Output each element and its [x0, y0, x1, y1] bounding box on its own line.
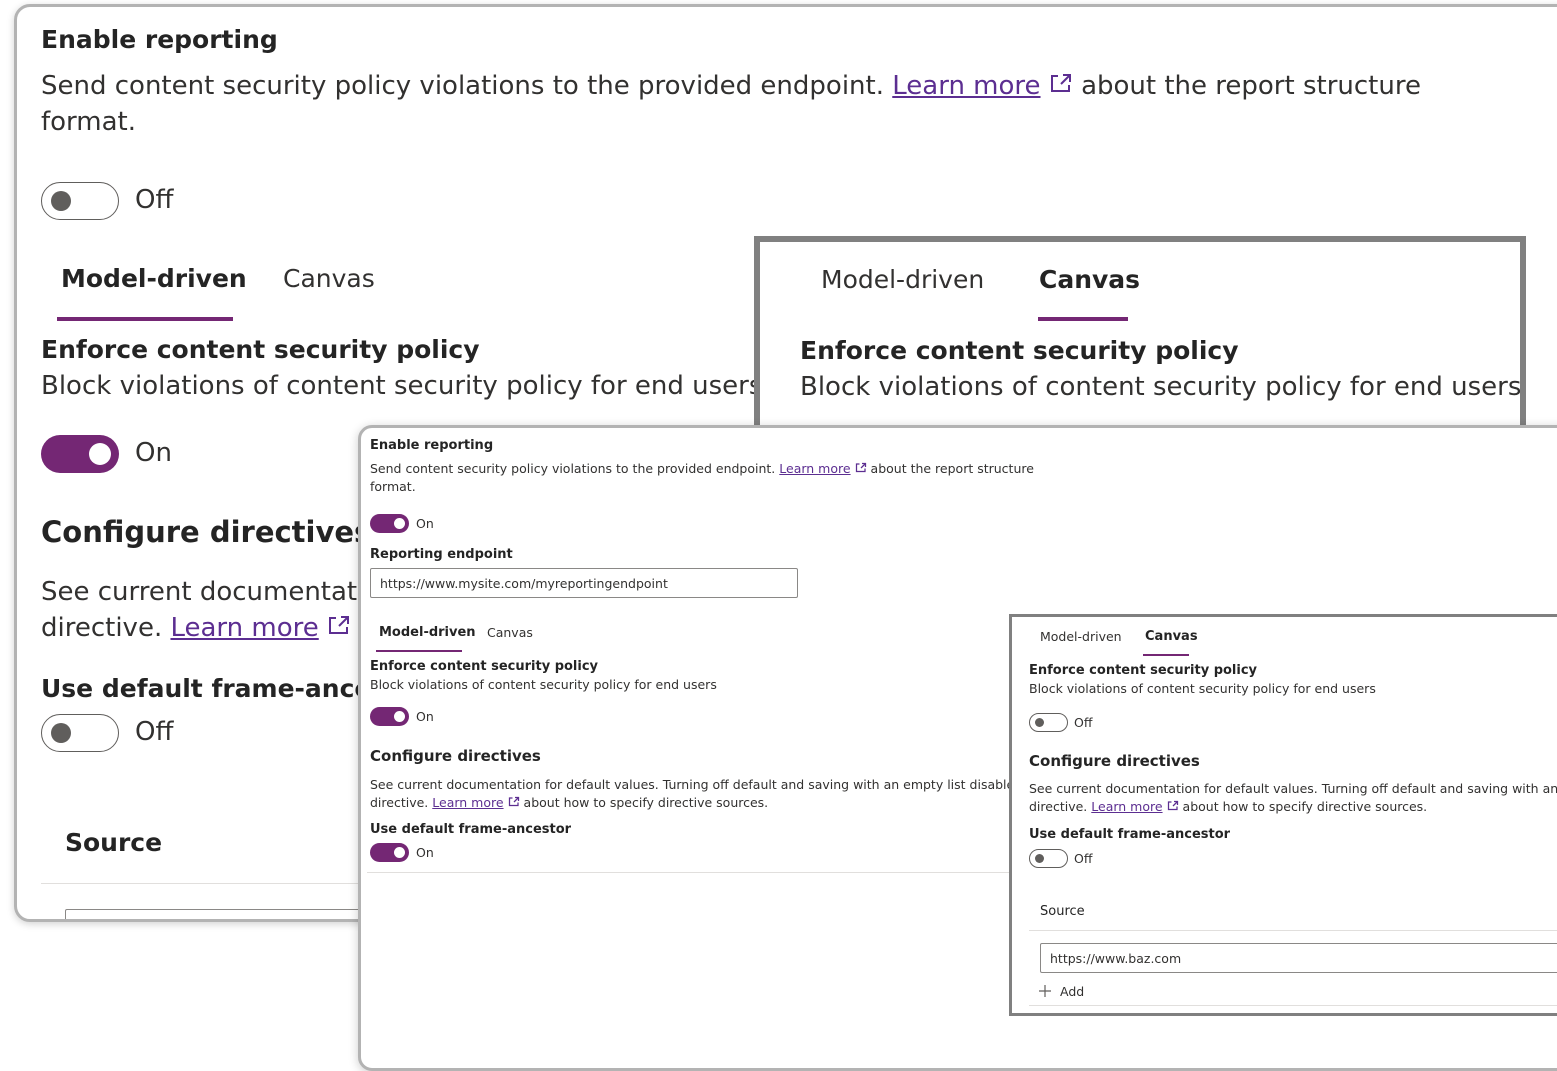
reporting-description: Send content security policy violations … [41, 71, 1421, 101]
configure-directives-title: Configure directives [41, 515, 372, 549]
enable-reporting-state: Off [135, 185, 174, 215]
enforce-csp-description: Block violations of content security pol… [41, 371, 763, 401]
configure-learn-more-link[interactable]: Learn more [432, 795, 503, 810]
frame-ancestor-title: Use default frame-ancestor [370, 822, 572, 837]
enable-reporting-title: Enable reporting [370, 438, 494, 453]
reporting-desc-text: Send content security policy violations … [370, 461, 776, 476]
reporting-endpoint-value: https://www.mysite.com/myreportingendpoi… [380, 575, 668, 591]
tab-model-driven[interactable]: Model-driven [1040, 629, 1122, 644]
configure-description-line2: directive. Learn more a [41, 613, 375, 643]
configure-description-line2: directive. Learn more about how to speci… [1029, 799, 1427, 814]
enforce-csp-state: Off [1074, 715, 1093, 730]
external-link-icon [855, 462, 866, 473]
enforce-csp-toggle[interactable] [1029, 713, 1068, 732]
tab-active-underline [57, 317, 233, 321]
frame-ancestor-state: Off [135, 717, 174, 747]
enforce-csp-description: Block violations of content security pol… [370, 677, 717, 692]
external-link-icon [329, 616, 350, 634]
reporting-learn-more-link[interactable]: Learn more [892, 71, 1040, 101]
configure-description-line2: directive. Learn more about how to speci… [370, 795, 768, 810]
source-column-header: Source [65, 828, 163, 857]
configure-desc-text-2: directive. [41, 613, 163, 643]
frame-ancestor-toggle[interactable] [41, 714, 119, 752]
configure-desc-text-3: about how to specify directive sources. [1182, 799, 1428, 814]
configure-desc-text: See current documentatio [41, 577, 381, 607]
configure-desc-text-3: about how to specify directive sources. [523, 795, 769, 810]
enable-reporting-toggle[interactable] [370, 514, 409, 533]
enforce-csp-description: Block violations of content security pol… [1029, 681, 1376, 696]
add-source-label: Add [1059, 984, 1085, 999]
tab-active-underline [1143, 654, 1189, 656]
tab-model-driven[interactable]: Model-driven [61, 264, 247, 293]
section-divider [367, 872, 1012, 873]
configure-desc-text: See current documentation for default va… [370, 777, 1046, 792]
enforce-csp-state: On [416, 709, 434, 724]
configure-directives-title: Configure directives [370, 747, 541, 765]
enforce-csp-title: Enforce content security policy [370, 659, 599, 674]
enforce-csp-title: Enforce content security policy [41, 335, 480, 364]
enable-reporting-title: Enable reporting [41, 25, 278, 54]
configure-learn-more-link[interactable]: Learn more [170, 613, 318, 643]
frame-ancestor-toggle[interactable] [370, 843, 409, 862]
frame-ancestor-state: On [416, 845, 434, 860]
enforce-csp-toggle[interactable] [370, 707, 409, 726]
external-link-icon [1167, 800, 1178, 811]
enforce-csp-title: Enforce content security policy [1029, 663, 1258, 678]
bottom-divider [1029, 1005, 1557, 1006]
frame-ancestor-toggle[interactable] [1029, 849, 1068, 868]
tab-active-underline [376, 650, 462, 652]
enable-reporting-state: On [416, 516, 434, 531]
reporting-description: Send content security policy violations … [370, 461, 1034, 476]
enforce-csp-state: On [135, 438, 172, 468]
tab-canvas[interactable]: Canvas [1145, 629, 1198, 644]
reporting-endpoint-label: Reporting endpoint [370, 547, 513, 562]
external-link-icon [1050, 74, 1071, 92]
external-link-icon [508, 796, 519, 807]
source-divider [1029, 930, 1557, 931]
reporting-desc-text-3: format. [41, 107, 137, 137]
configure-directives-title: Configure directives [1029, 752, 1200, 770]
add-source-button[interactable]: Add [1038, 984, 1084, 999]
frame-ancestor-title: Use default frame-ancestor [1029, 827, 1231, 842]
reporting-desc-text-2: about the report structure [1081, 71, 1421, 101]
enforce-csp-description: Block violations of content security pol… [800, 372, 1522, 402]
configure-desc-text-2: directive. [370, 795, 429, 810]
enforce-csp-title: Enforce content security policy [800, 336, 1239, 365]
enforce-csp-toggle[interactable] [41, 435, 119, 473]
tab-canvas[interactable]: Canvas [283, 264, 375, 293]
enable-reporting-toggle[interactable] [41, 182, 119, 220]
plus-icon [1039, 985, 1051, 997]
configure-learn-more-link[interactable]: Learn more [1091, 799, 1162, 814]
tab-canvas[interactable]: Canvas [1039, 265, 1140, 294]
canvas-settings-panel: Model-driven Canvas Enforce content secu… [1009, 614, 1557, 1016]
frame-ancestor-title: Use default frame-ancest [41, 674, 399, 703]
tab-model-driven[interactable]: Model-driven [379, 625, 476, 640]
tab-model-driven[interactable]: Model-driven [821, 265, 984, 294]
reporting-learn-more-link[interactable]: Learn more [779, 461, 850, 476]
reporting-desc-text-2: about the report structure [870, 461, 1034, 476]
frame-ancestor-state: Off [1074, 851, 1093, 866]
reporting-endpoint-input[interactable]: https://www.mysite.com/myreportingendpoi… [370, 568, 798, 598]
tab-active-underline [1038, 317, 1128, 321]
source-column-header: Source [1040, 904, 1085, 919]
configure-desc-text: See current documentation for default va… [1029, 781, 1557, 796]
tab-canvas[interactable]: Canvas [487, 625, 533, 640]
source-input-value: https://www.baz.com [1050, 950, 1182, 966]
reporting-desc-text: Send content security policy violations … [41, 71, 884, 101]
configure-desc-text-2: directive. [1029, 799, 1088, 814]
reporting-desc-text-3: format. [370, 479, 416, 494]
source-input[interactable]: https://www.baz.com [1040, 943, 1557, 973]
